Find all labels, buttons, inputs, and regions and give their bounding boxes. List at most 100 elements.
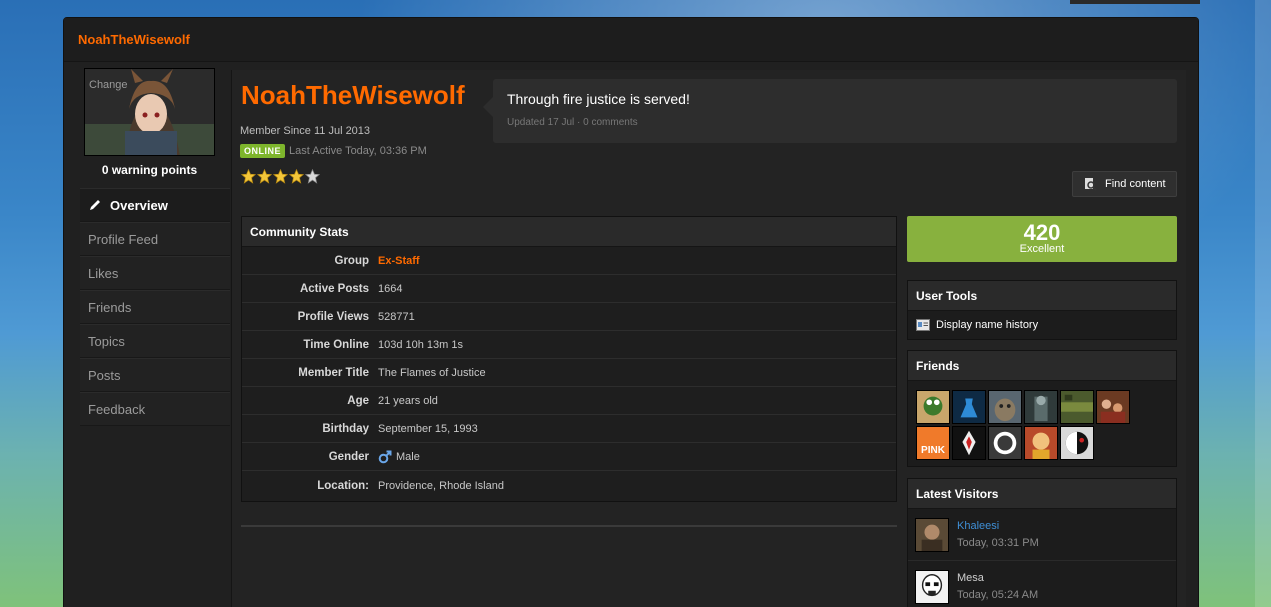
stat-row-group: Group Ex-Staff <box>242 247 896 275</box>
nav-overview-label: Overview <box>110 197 168 213</box>
reputation-label: Excellent <box>1019 243 1065 255</box>
friend-avatar[interactable] <box>1060 426 1094 460</box>
avatar[interactable]: Change <box>84 68 215 156</box>
stat-label: Age <box>347 394 369 407</box>
stat-label: Birthday <box>322 422 369 435</box>
male-icon <box>378 450 392 463</box>
warning-points[interactable]: 0 warning points <box>80 163 219 177</box>
friend-avatar[interactable] <box>952 390 986 424</box>
profile-username: NoahTheWisewolf <box>241 80 465 110</box>
stat-row-time-online: Time Online 103d 10h 13m 1s <box>242 331 896 359</box>
stat-value: The Flames of Justice <box>378 366 486 379</box>
find-content-label: Find content <box>1105 178 1166 190</box>
stat-label: Time Online <box>303 338 369 351</box>
star-filled-icon[interactable] <box>257 169 272 184</box>
stat-label: Profile Views <box>297 310 369 323</box>
visitor-time: Today, 05:24 AM <box>957 589 1039 601</box>
stat-value: 103d 10h 13m 1s <box>378 338 464 351</box>
profile-nav: Overview Profile Feed Likes Friends Topi… <box>80 188 230 426</box>
nav-likes[interactable]: Likes <box>80 256 230 290</box>
stat-row-active-posts: Active Posts 1664 <box>242 275 896 303</box>
rating-stars[interactable] <box>241 169 320 184</box>
reputation-badge: 420 Excellent <box>907 216 1177 262</box>
stat-value: 528771 <box>378 310 415 323</box>
friend-tile-label: PINK <box>921 445 945 456</box>
profile-main: NoahTheWisewolf Member Since 11 Jul 2013… <box>231 70 1186 607</box>
profile-panel: NoahTheWisewolf Change 0 warning points … <box>63 17 1199 607</box>
friend-avatar[interactable] <box>1060 390 1094 424</box>
reputation-value: 420 <box>1023 220 1061 245</box>
friend-avatar[interactable] <box>952 426 986 460</box>
stat-label: Group <box>334 254 370 267</box>
star-empty-icon[interactable] <box>305 169 320 184</box>
stat-label: Active Posts <box>299 282 369 295</box>
nav-overview[interactable]: Overview <box>80 188 230 222</box>
friend-avatar[interactable]: PINK <box>916 426 950 460</box>
top-tab[interactable] <box>1070 0 1200 4</box>
stat-value: 1664 <box>378 282 403 295</box>
display-name-history-link[interactable]: Display name history <box>908 311 1176 339</box>
stat-row-location: Location: Providence, Rhode Island <box>242 471 896 501</box>
stat-row-birthday: Birthday September 15, 1993 <box>242 415 896 443</box>
nav-topics[interactable]: Topics <box>80 324 230 358</box>
panel-title: NoahTheWisewolf <box>64 18 1198 62</box>
visitor-avatar[interactable] <box>915 517 949 552</box>
visitor-item[interactable]: Mesa Today, 05:24 AM <box>908 561 1176 607</box>
user-tools-title: User Tools <box>908 281 1176 311</box>
star-filled-icon[interactable] <box>241 169 256 184</box>
pencil-icon <box>90 200 100 210</box>
stat-value: September 15, 1993 <box>378 422 478 435</box>
stat-row-gender: Gender Male <box>242 443 896 471</box>
visitor-avatar[interactable] <box>915 569 949 604</box>
stat-row-profile-views: Profile Views 528771 <box>242 303 896 331</box>
friend-avatar[interactable] <box>1024 390 1058 424</box>
nav-profile-feed[interactable]: Profile Feed <box>80 222 230 256</box>
find-content-button[interactable]: Find content <box>1072 171 1177 197</box>
divider <box>241 525 897 527</box>
star-filled-icon[interactable] <box>289 169 304 184</box>
friend-avatar[interactable] <box>916 390 950 424</box>
friend-avatar[interactable] <box>988 426 1022 460</box>
community-stats: Community Stats Group Ex-Staff Active Po… <box>241 216 897 502</box>
stat-label: Member Title <box>298 366 369 379</box>
status-text: Through fire justice is served! <box>507 91 690 107</box>
last-active: Last Active Today, 03:36 PM <box>289 145 427 157</box>
star-filled-icon[interactable] <box>273 169 288 184</box>
stat-value: Providence, Rhode Island <box>378 480 504 492</box>
stat-label: Location: <box>317 480 369 492</box>
visitor-name[interactable]: Mesa <box>957 572 1038 584</box>
visitor-time: Today, 03:31 PM <box>957 537 1039 549</box>
stat-value: Ex-Staff <box>378 254 420 267</box>
display-name-history-label: Display name history <box>936 319 1039 331</box>
user-tools-box: User Tools Display name history <box>907 280 1177 340</box>
stat-row-member-title: Member Title The Flames of Justice <box>242 359 896 387</box>
friend-avatar[interactable] <box>1096 390 1130 424</box>
status-meta[interactable]: Updated 17 Jul · 0 comments <box>507 117 1163 128</box>
online-badge: ONLINE <box>240 144 286 158</box>
window-edge <box>1255 0 1271 607</box>
latest-visitors-title: Latest Visitors <box>908 479 1176 509</box>
friend-avatar[interactable] <box>988 390 1022 424</box>
friends-title: Friends <box>908 351 1176 381</box>
id-card-icon <box>916 319 930 331</box>
stat-value: Male <box>378 450 420 464</box>
gender-value: Male <box>396 450 420 463</box>
member-since: Member Since 11 Jul 2013 <box>240 125 371 137</box>
friends-grid: PINK <box>908 381 1176 466</box>
stat-row-age: Age 21 years old <box>242 387 896 415</box>
avatar-change-link[interactable]: Change <box>89 79 128 91</box>
search-document-icon <box>1085 178 1097 191</box>
latest-visitors-box: Latest Visitors Khaleesi Today, 03:31 PM… <box>907 478 1177 607</box>
community-stats-title: Community Stats <box>242 217 896 247</box>
visitor-name[interactable]: Khaleesi <box>957 520 1039 532</box>
visitor-item[interactable]: Khaleesi Today, 03:31 PM <box>908 509 1176 561</box>
friends-box: Friends PINK <box>907 350 1177 467</box>
nav-feedback[interactable]: Feedback <box>80 392 230 426</box>
stat-label: Gender <box>328 450 369 463</box>
status-update: Through fire justice is served! Updated … <box>483 79 1177 143</box>
stat-value: 21 years old <box>378 394 438 407</box>
online-status: ONLINE Last Active Today, 03:36 PM <box>240 144 427 158</box>
friend-avatar[interactable] <box>1024 426 1058 460</box>
nav-friends[interactable]: Friends <box>80 290 230 324</box>
nav-posts[interactable]: Posts <box>80 358 230 392</box>
